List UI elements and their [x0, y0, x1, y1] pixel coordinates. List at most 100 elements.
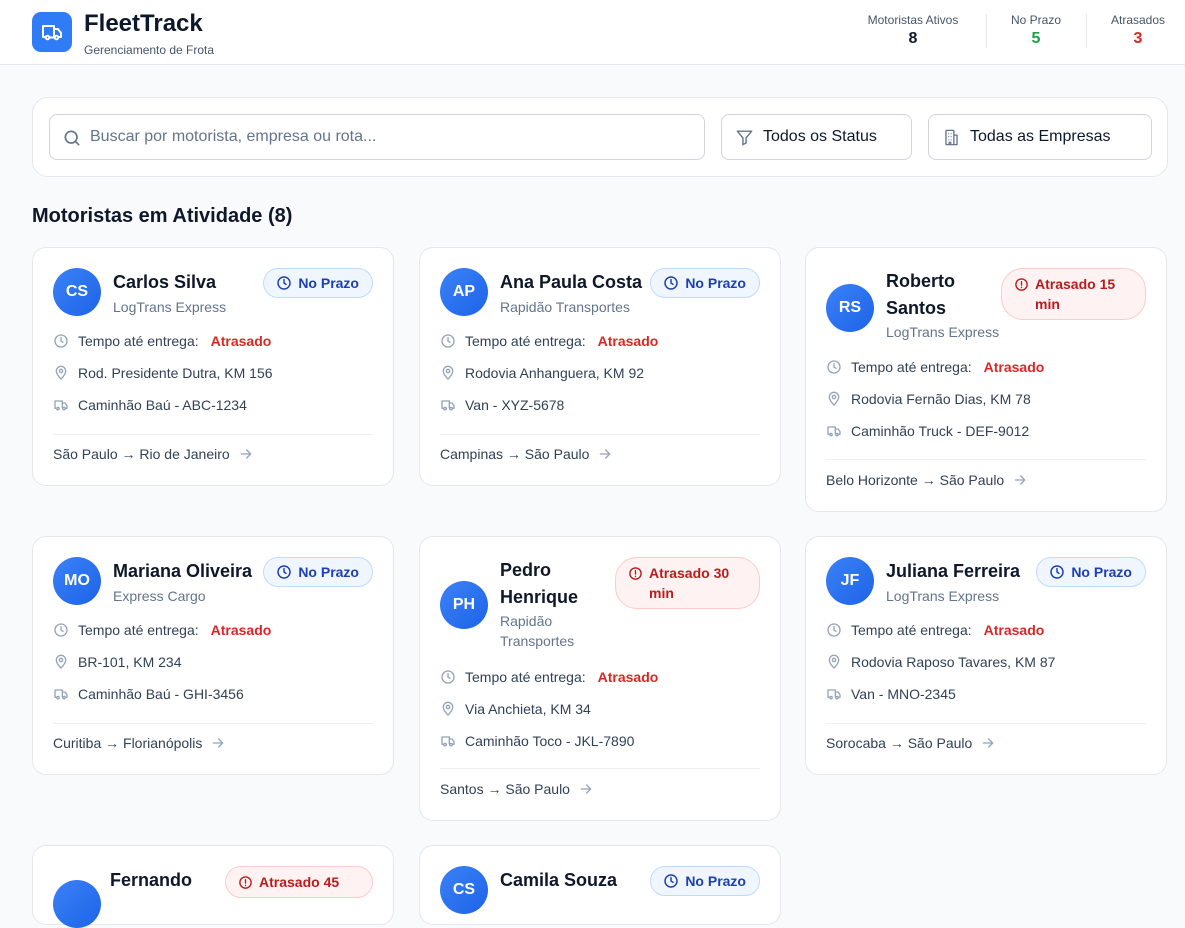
vehicle-text: Caminhão Baú - GHI-3456: [78, 686, 244, 702]
company-filter-select[interactable]: Todas as Empresas: [928, 114, 1152, 160]
search-box[interactable]: [49, 114, 705, 160]
company-name: Express Cargo: [113, 588, 206, 604]
status-badge: Atrasado 15 min: [1001, 268, 1146, 320]
eta-label: Tempo até entrega:: [465, 669, 586, 685]
eta-label: Tempo até entrega:: [851, 359, 972, 375]
stat-late: Atrasados 3: [1106, 13, 1170, 48]
stat-label: Atrasados: [1110, 13, 1166, 27]
driver-card[interactable]: AP Ana Paula Costa Rapidão Transportes N…: [419, 247, 781, 486]
avatar: RS: [826, 284, 874, 332]
status-badge: Atrasado 30 min: [615, 557, 760, 609]
driver-card[interactable]: RS Roberto Santos LogTrans Express Atras…: [805, 247, 1167, 512]
map-pin-icon: [53, 654, 69, 670]
stat-label: Motoristas Ativos: [867, 13, 959, 27]
status-badge-label: No Prazo: [298, 564, 359, 580]
avatar: [53, 880, 101, 928]
map-pin-icon: [53, 365, 69, 381]
truck-icon: [440, 733, 456, 749]
location-text: Rodovia Anhanguera, KM 92: [465, 365, 645, 381]
avatar: CS: [440, 866, 488, 914]
driver-card[interactable]: JF Juliana Ferreira LogTrans Express No …: [805, 536, 1167, 775]
driver-card[interactable]: MO Mariana Oliveira Express Cargo No Pra…: [32, 536, 394, 775]
driver-card[interactable]: CS Carlos Silva LogTrans Express No Praz…: [32, 247, 394, 486]
avatar: CS: [53, 268, 101, 316]
eta-label: Tempo até entrega:: [851, 622, 972, 638]
route-link[interactable]: São Paulo → Rio de Janeiro: [53, 446, 254, 462]
driver-card[interactable]: CS Camila Souza No Prazo: [419, 845, 781, 925]
eta-value: Atrasado: [597, 669, 659, 685]
route-text: Santos → São Paulo: [440, 781, 570, 797]
alert-circle-icon: [1014, 277, 1029, 292]
clock-icon: [826, 622, 842, 638]
status-badge-label: No Prazo: [298, 275, 359, 291]
status-badge-label: No Prazo: [685, 275, 746, 291]
location-text: Rodovia Raposo Tavares, KM 87: [851, 654, 1056, 670]
driver-card[interactable]: Fernando Atrasado 45: [32, 845, 394, 928]
company-name: LogTrans Express: [113, 299, 227, 315]
filter-icon: [735, 128, 754, 147]
avatar: JF: [826, 557, 874, 605]
location-text: Via Anchieta, KM 34: [465, 701, 591, 717]
filter-panel: Todos os Status Todas as Empresas: [32, 97, 1168, 177]
clock-icon: [276, 564, 292, 580]
status-filter-select[interactable]: Todos os Status: [721, 114, 912, 160]
clock-icon: [440, 669, 456, 685]
truck-icon: [53, 397, 69, 413]
truck-icon: [826, 686, 842, 702]
route-link[interactable]: Campinas → São Paulo: [440, 446, 613, 462]
route-text: São Paulo → Rio de Janeiro: [53, 446, 230, 462]
stat-on-time: No Prazo 5: [1006, 13, 1066, 48]
location-row: Rod. Presidente Dutra, KM 156: [53, 365, 273, 381]
route-text: Belo Horizonte → São Paulo: [826, 472, 1005, 488]
app-title: FleetTrack: [84, 10, 203, 37]
stat-value: 8: [908, 30, 918, 47]
status-badge: Atrasado 45: [225, 866, 373, 898]
location-row: Rodovia Raposo Tavares, KM 87: [826, 654, 1055, 670]
eta-value: Atrasado: [210, 622, 272, 638]
search-input[interactable]: [90, 115, 690, 159]
map-pin-icon: [440, 365, 456, 381]
status-badge: No Prazo: [1036, 557, 1146, 587]
truck-icon: [440, 397, 456, 413]
app-subtitle: Gerenciamento de Frota: [84, 43, 215, 57]
route-link[interactable]: Santos → São Paulo: [440, 781, 594, 797]
stat-value: 3: [1133, 30, 1143, 47]
status-badge: No Prazo: [650, 268, 760, 298]
driver-name: Mariana Oliveira: [113, 561, 253, 581]
clock-icon: [53, 622, 69, 638]
route-link[interactable]: Belo Horizonte → São Paulo: [826, 472, 1028, 488]
eta-row: Tempo até entrega: Atrasado: [826, 622, 1044, 638]
divider: [440, 434, 760, 435]
vehicle-row: Caminhão Baú - GHI-3456: [53, 686, 244, 702]
route-link[interactable]: Curitiba → Florianópolis: [53, 735, 226, 751]
driver-name: Juliana Ferreira: [886, 561, 1021, 581]
arrow-right-icon: [578, 781, 594, 797]
driver-card[interactable]: PH Pedro Henrique Rapidão Transportes At…: [419, 536, 781, 821]
status-badge-label: No Prazo: [685, 873, 746, 889]
vehicle-text: Caminhão Truck - DEF-9012: [851, 423, 1030, 439]
eta-label: Tempo até entrega:: [78, 622, 199, 638]
route-text: Curitiba → Florianópolis: [53, 735, 203, 751]
location-text: Rod. Presidente Dutra, KM 156: [78, 365, 273, 381]
status-badge: No Prazo: [650, 866, 760, 896]
map-pin-icon: [826, 654, 842, 670]
map-pin-icon: [440, 701, 456, 717]
route-text: Campinas → São Paulo: [440, 446, 590, 462]
location-row: Rodovia Fernão Dias, KM 78: [826, 391, 1031, 407]
clock-icon: [440, 333, 456, 349]
divider: [440, 768, 760, 769]
arrow-right-icon: [210, 735, 226, 751]
section-title: Motoristas em Atividade (8): [32, 205, 293, 227]
eta-value: Atrasado: [597, 333, 659, 349]
eta-row: Tempo até entrega: Atrasado: [53, 333, 271, 349]
arrow-right-icon: [597, 446, 613, 462]
vehicle-text: Caminhão Toco - JKL-7890: [465, 733, 635, 749]
location-text: Rodovia Fernão Dias, KM 78: [851, 391, 1031, 407]
vehicle-row: Caminhão Baú - ABC-1234: [53, 397, 247, 413]
search-icon: [62, 128, 82, 148]
map-pin-icon: [826, 391, 842, 407]
route-link[interactable]: Sorocaba → São Paulo: [826, 735, 996, 751]
eta-row: Tempo até entrega: Atrasado: [826, 359, 1044, 375]
status-badge-label: No Prazo: [1071, 564, 1132, 580]
stat-active-drivers: Motoristas Ativos 8: [862, 13, 964, 48]
